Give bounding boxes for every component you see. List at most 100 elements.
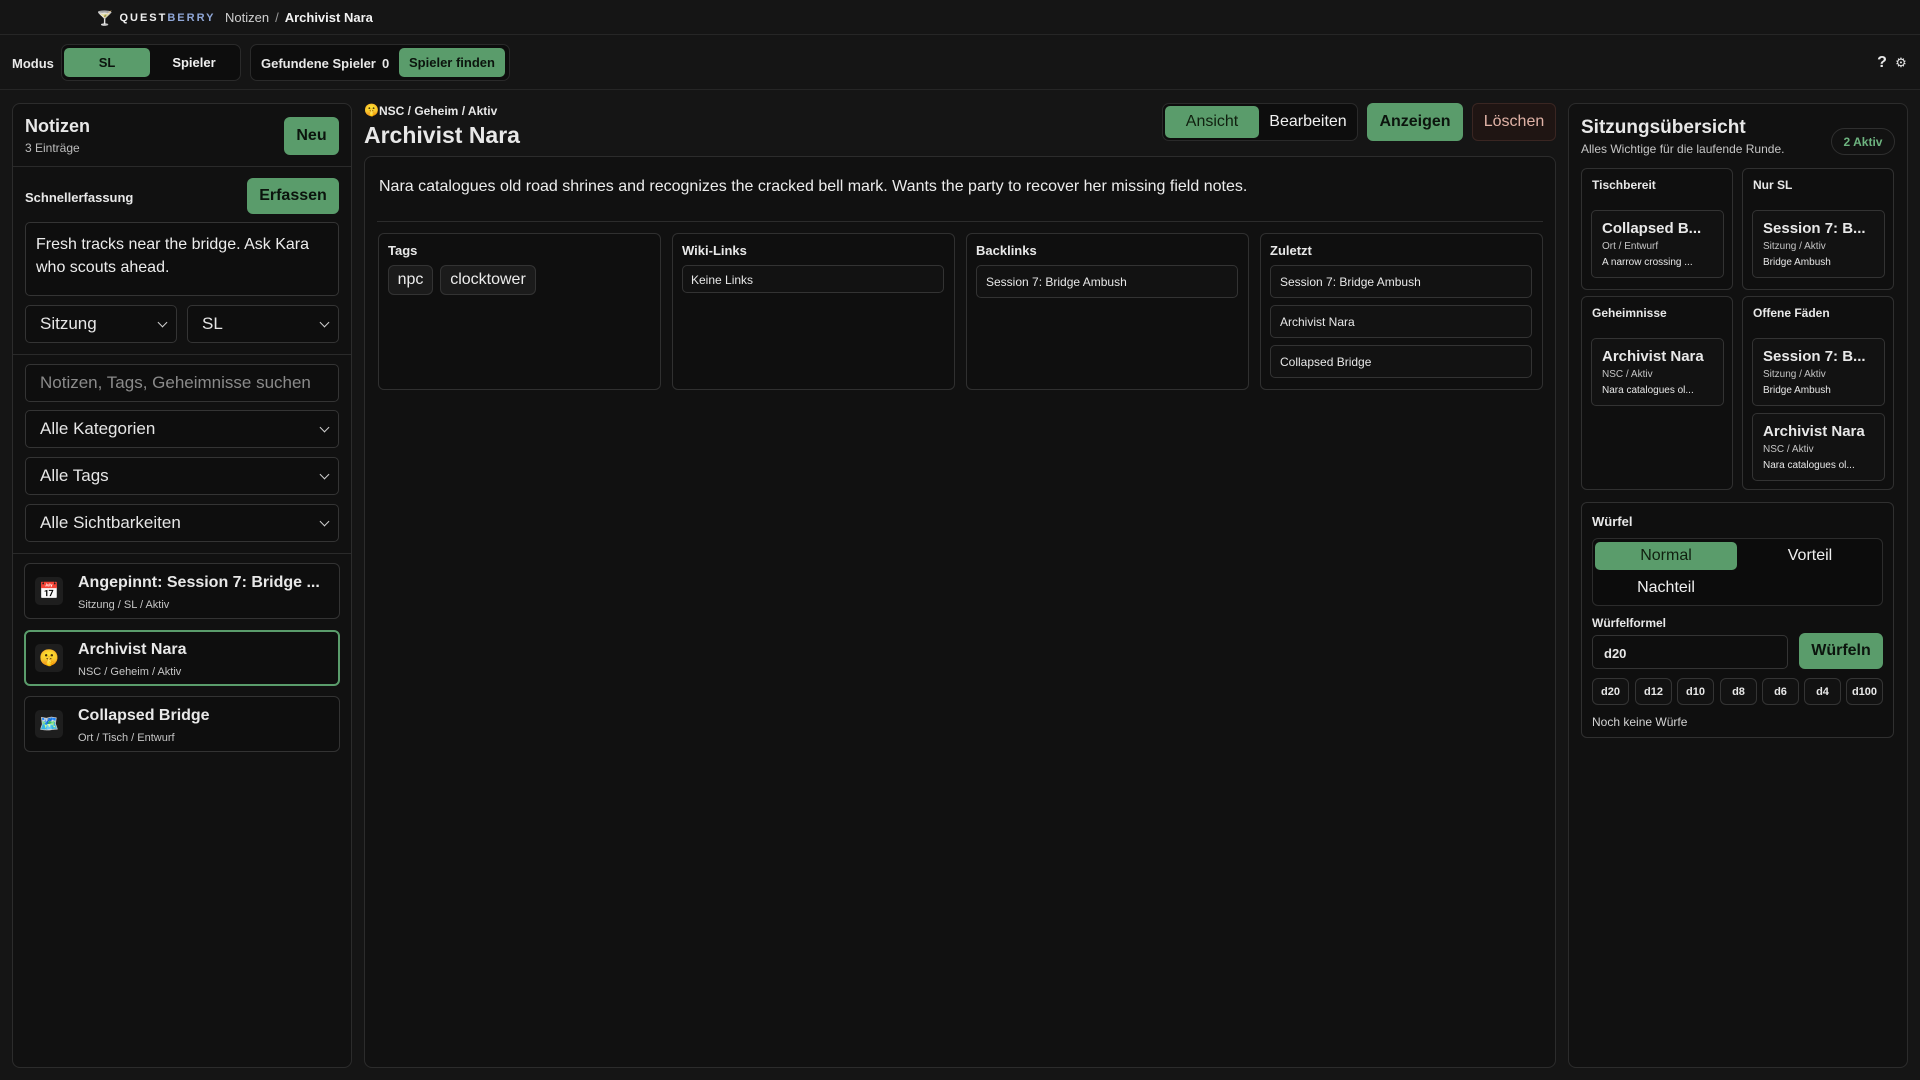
note-face-icon: 🤫 <box>364 103 379 117</box>
overview-card-title: Session 7: B... <box>1763 220 1866 237</box>
quick-capture-textarea[interactable]: Fresh tracks near the bridge. Ask Kara w… <box>25 222 339 296</box>
overview-card-desc: Bridge Ambush <box>1763 385 1831 396</box>
overview-card-meta: Sitzung / Aktiv <box>1763 241 1826 252</box>
dice-preset-button[interactable]: d10 <box>1677 678 1714 705</box>
overview-card-desc: A narrow crossing ... <box>1602 257 1693 268</box>
breadcrumb: Notizen / Archivist Nara <box>225 10 373 25</box>
edit-tab-button[interactable]: Bearbeiten <box>1262 106 1354 138</box>
mode-label: Modus <box>12 56 54 71</box>
overview-card-desc: Nara catalogues ol... <box>1763 460 1855 471</box>
overview-card-title: Collapsed B... <box>1602 220 1702 237</box>
recent-item[interactable]: Archivist Nara <box>1270 305 1532 338</box>
table-ready-title: Tischbereit <box>1592 178 1656 192</box>
overview-card-meta: NSC / Aktiv <box>1602 369 1653 380</box>
dice-mode-advantage[interactable]: Vorteil <box>1739 542 1881 570</box>
show-note-button[interactable]: Anzeigen <box>1367 103 1463 141</box>
calendar-icon: 📅 <box>35 577 63 605</box>
brand-berry: BERRY <box>167 12 216 24</box>
recent-item-text: Session 7: Bridge Ambush <box>1280 275 1421 289</box>
backlink-item[interactable]: Session 7: Bridge Ambush <box>976 265 1238 298</box>
active-count-badge: 2 Aktiv <box>1831 128 1895 155</box>
mode-player-button[interactable]: Spieler <box>151 48 237 77</box>
breadcrumb-parent[interactable]: Notizen <box>225 10 269 25</box>
help-button[interactable]: ? <box>1876 52 1888 74</box>
tags-filter-select[interactable]: Alle Tags <box>25 457 339 495</box>
chevron-down-icon <box>319 469 330 479</box>
note-list-item-meta: NSC / Geheim / Aktiv <box>78 666 182 678</box>
recent-item[interactable]: Session 7: Bridge Ambush <box>1270 265 1532 298</box>
note-body-text: Nara catalogues old road shrines and rec… <box>379 178 1248 195</box>
tag-chip[interactable]: npc <box>388 265 433 295</box>
visibility-filter-select[interactable]: Alle Sichtbarkeiten <box>25 504 339 542</box>
category-filter-select[interactable]: Alle Kategorien <box>25 410 339 448</box>
app-logo[interactable]: 🍸 QUESTBERRY <box>96 9 215 27</box>
dice-mode-disadvantage[interactable]: Nachteil <box>1595 574 1737 602</box>
overview-card-meta: Sitzung / Aktiv <box>1763 369 1826 380</box>
breadcrumb-current: Archivist Nara <box>284 10 373 25</box>
dice-preset-button[interactable]: d8 <box>1720 678 1757 705</box>
search-placeholder: Notizen, Tags, Geheimnisse suchen <box>40 373 311 392</box>
sidebar-divider <box>13 166 351 167</box>
delete-note-button[interactable]: Löschen <box>1472 103 1556 141</box>
tags-filter-value: Alle Tags <box>40 466 109 485</box>
chevron-down-icon <box>319 516 330 526</box>
tag-chip[interactable]: clocktower <box>440 265 536 295</box>
mode-sl-button[interactable]: SL <box>64 48 150 77</box>
recent-card-title: Zuletzt <box>1270 243 1312 258</box>
overview-title: Sitzungsübersicht <box>1581 117 1746 138</box>
map-icon: 🗺️ <box>35 710 63 738</box>
recent-item[interactable]: Collapsed Bridge <box>1270 345 1532 378</box>
sidebar-count: 3 Einträge <box>25 141 80 155</box>
face-icon: 🤫 <box>35 644 63 672</box>
open-threads-title: Offene Fäden <box>1753 306 1830 320</box>
overview-card-desc: Bridge Ambush <box>1763 257 1831 268</box>
visibility-filter-value: Alle Sichtbarkeiten <box>40 513 181 532</box>
settings-gear-icon[interactable]: ⚙ <box>1894 53 1908 73</box>
overview-subtitle: Alles Wichtige für die laufende Runde. <box>1581 142 1785 156</box>
recent-item-text: Collapsed Bridge <box>1280 355 1372 369</box>
dice-preset-button[interactable]: d6 <box>1762 678 1799 705</box>
overview-card-desc: Nara catalogues ol... <box>1602 385 1694 396</box>
recent-item-text: Archivist Nara <box>1280 315 1355 329</box>
found-players-label: Gefundene Spieler <box>261 56 376 71</box>
find-players-button[interactable]: Spieler finden <box>399 48 505 77</box>
overview-card[interactable]: Collapsed B... Ort / Entwurf A narrow cr… <box>1591 210 1724 278</box>
dice-mode-normal[interactable]: Normal <box>1595 542 1737 570</box>
breadcrumb-separator: / <box>275 10 279 25</box>
chevron-down-icon <box>319 422 330 432</box>
overview-card-meta: NSC / Aktiv <box>1763 444 1814 455</box>
brand-quest: QUEST <box>119 12 168 24</box>
dice-formula-value: d20 <box>1604 646 1627 661</box>
overview-card[interactable]: Session 7: B... Sitzung / Aktiv Bridge A… <box>1752 338 1885 406</box>
note-list-item[interactable]: 🗺️ Collapsed Bridge Ort / Tisch / Entwur… <box>24 696 340 752</box>
search-input[interactable]: Notizen, Tags, Geheimnisse suchen <box>25 364 339 402</box>
overview-card[interactable]: Session 7: B... Sitzung / Aktiv Bridge A… <box>1752 210 1885 278</box>
note-list-item-active[interactable]: 🤫 Archivist Nara NSC / Geheim / Aktiv <box>24 630 340 686</box>
quick-capture-text: Fresh tracks near the bridge. Ask Kara w… <box>36 236 310 276</box>
dice-preset-button[interactable]: d100 <box>1846 678 1883 705</box>
quick-visibility-value: SL <box>202 314 223 333</box>
tags-card-title: Tags <box>388 243 418 258</box>
dice-preset-button[interactable]: d20 <box>1592 678 1629 705</box>
note-list-item[interactable]: 📅 Angepinnt: Session 7: Bridge ... Sitzu… <box>24 563 340 619</box>
overview-card-title: Archivist Nara <box>1763 423 1865 440</box>
dice-formula-label: Würfelformel <box>1592 616 1667 630</box>
dice-preset-button[interactable]: d4 <box>1804 678 1841 705</box>
overview-card-title: Archivist Nara <box>1602 348 1704 365</box>
note-list-item-title: Angepinnt: Session 7: Bridge ... <box>78 574 320 591</box>
dice-preset-button[interactable]: d12 <box>1635 678 1672 705</box>
quick-capture-button[interactable]: Erfassen <box>247 178 339 214</box>
note-list-item-meta: Sitzung / SL / Aktiv <box>78 599 170 611</box>
quick-visibility-select[interactable]: SL <box>187 305 339 343</box>
quick-type-select[interactable]: Sitzung <box>25 305 177 343</box>
chevron-down-icon <box>319 317 330 327</box>
new-note-button[interactable]: Neu <box>284 117 339 155</box>
view-tab-button[interactable]: Ansicht <box>1165 106 1259 138</box>
dice-formula-input[interactable]: d20 <box>1592 635 1788 669</box>
overview-card[interactable]: Archivist Nara NSC / Aktiv Nara catalogu… <box>1591 338 1724 406</box>
overview-card[interactable]: Archivist Nara NSC / Aktiv Nara catalogu… <box>1752 413 1885 481</box>
chevron-down-icon <box>157 317 168 327</box>
wiki-links-card-title: Wiki-Links <box>682 243 747 258</box>
secrets-title: Geheimnisse <box>1592 306 1667 320</box>
roll-dice-button[interactable]: Würfeln <box>1799 633 1883 669</box>
